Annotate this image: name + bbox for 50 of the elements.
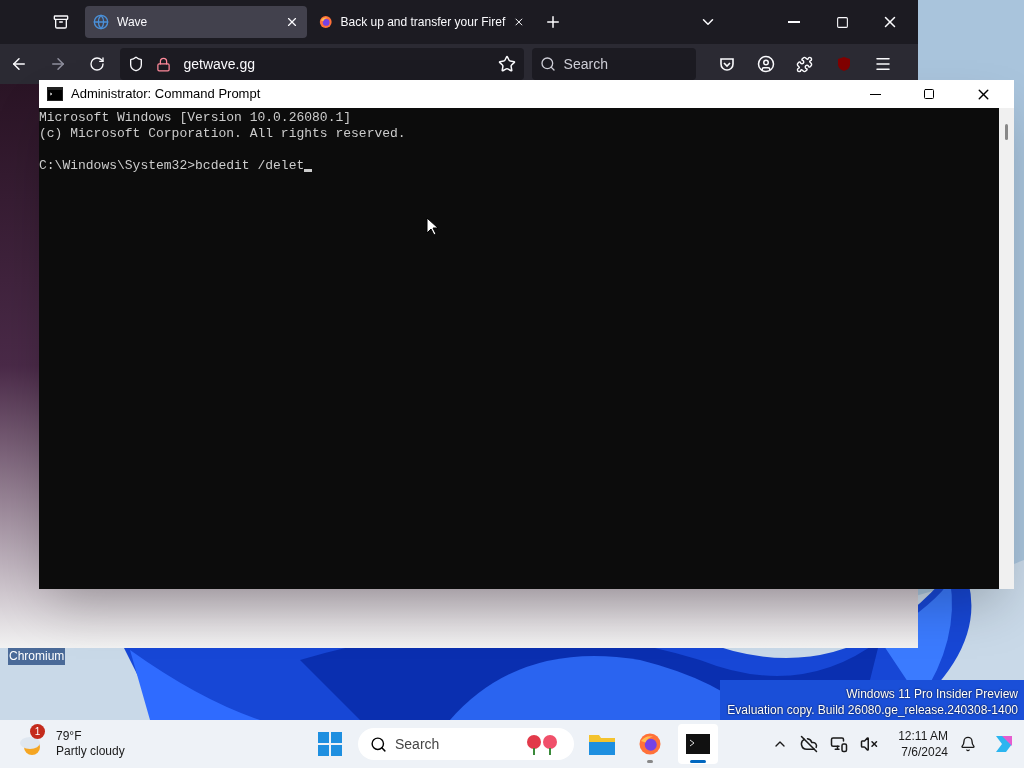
folder-icon: [589, 733, 615, 755]
search-icon: [539, 56, 556, 72]
bookmark-star-icon[interactable]: [497, 55, 516, 73]
firefox-view-icon: [53, 14, 69, 30]
firefox-icon: [319, 14, 333, 30]
taskbar-app[interactable]: [678, 724, 718, 764]
notifications-icon[interactable]: [960, 736, 976, 752]
volume-muted-icon[interactable]: [860, 735, 879, 753]
terminal-line: C:\Windows\System32>bcdedit /delet: [39, 158, 305, 174]
terminal-line: Microsoft Windows [Version 10.0.26080.1]: [39, 110, 353, 126]
browser-tab[interactable]: Wave: [85, 6, 307, 38]
address-bar[interactable]: getwave.gg: [120, 48, 524, 80]
window-title: Administrator: Command Prompt: [71, 85, 262, 104]
puzzle-icon: [796, 55, 814, 73]
pocket-icon: [719, 56, 736, 72]
plus-icon: [544, 13, 562, 31]
maximize-icon: [923, 88, 935, 100]
network-icon[interactable]: [830, 735, 849, 753]
windows-logo-icon: [318, 732, 342, 756]
cloud-off-icon[interactable]: [800, 735, 819, 753]
terminal-line: (c) Microsoft Corporation. All rights reserved.: [39, 126, 407, 142]
running-indicator: [690, 760, 706, 763]
scrollbar-thumb[interactable]: [1005, 124, 1008, 140]
minimize-icon: [869, 93, 881, 95]
account-icon: [757, 55, 776, 73]
maximize-icon: [835, 15, 849, 29]
close-tab-icon[interactable]: [285, 15, 299, 29]
notification-badge: 1: [30, 724, 45, 739]
minimize-icon: [788, 21, 800, 23]
running-indicator: [647, 760, 653, 763]
watermark-text: Evaluation copy. Build 26080.ge_release.240308-1400: [727, 702, 1018, 718]
reload-icon: [89, 56, 106, 72]
search-field[interactable]: Search: [531, 48, 696, 80]
weather-condition: Partly cloudy: [56, 744, 125, 759]
clock[interactable]: 12:11 AM 7/6/2024: [898, 728, 948, 760]
firefox-icon: [638, 732, 662, 756]
weather-widget[interactable]: 1 79°F Partly cloudy: [14, 722, 129, 766]
temperature: 79°F: [56, 729, 83, 744]
browser-tab[interactable]: Back up and transfer your Firef: [311, 6, 533, 38]
terminal-icon: [686, 734, 710, 754]
shield-icon: [128, 56, 145, 72]
lock-icon: [156, 56, 172, 72]
watermark-text: Windows 11 Pro Insider Preview: [846, 686, 1018, 702]
menu-icon: [873, 55, 892, 73]
terminal-icon: [47, 87, 63, 101]
search-icon: [370, 735, 387, 753]
shield-icon: [835, 56, 852, 72]
pointer-icon: [426, 217, 438, 236]
globe-icon: [93, 14, 109, 30]
taskbar-search-field[interactable]: Search: [358, 728, 574, 760]
